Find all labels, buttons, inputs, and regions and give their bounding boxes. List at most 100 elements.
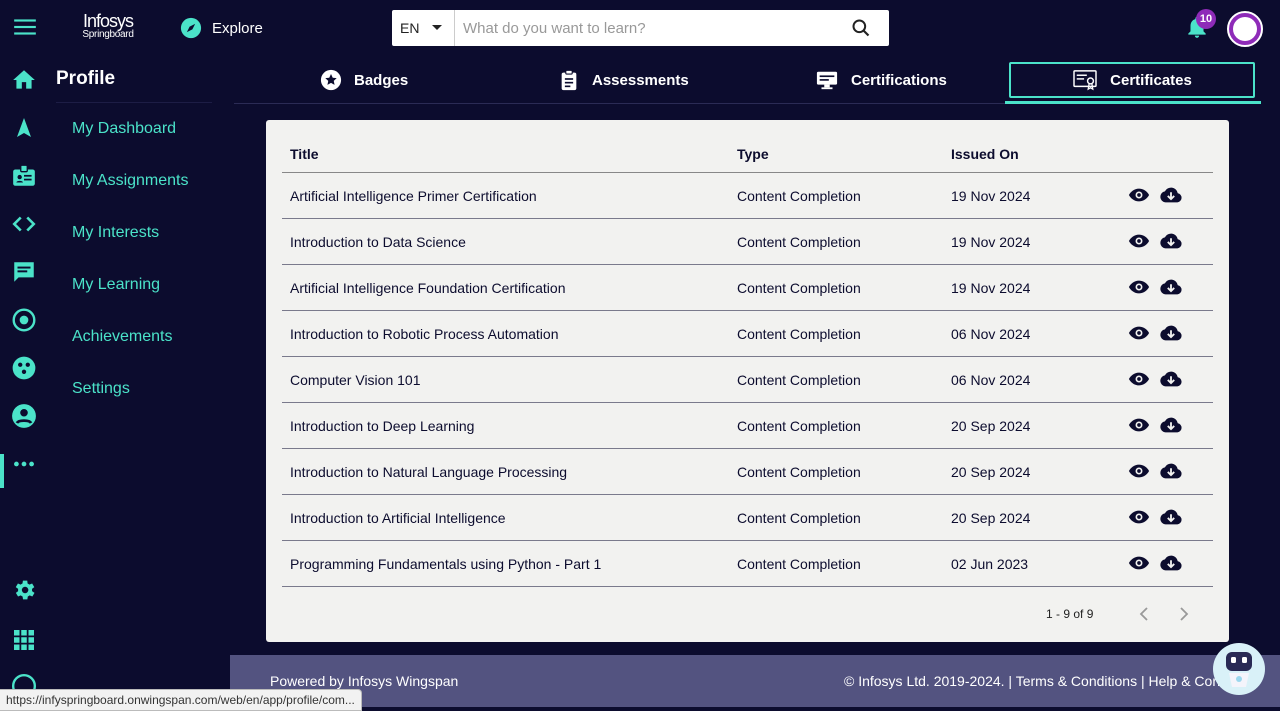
table-row: Introduction to Data Science Content Comp… xyxy=(282,219,1213,265)
download-certificate-icon[interactable] xyxy=(1159,414,1183,436)
chatbot-button[interactable] xyxy=(1213,643,1265,695)
search-bar: EN xyxy=(392,10,889,46)
certificates-table-card: Title Type Issued On Artificial Intellig… xyxy=(266,120,1229,642)
community-icon[interactable] xyxy=(10,354,38,382)
explore-button[interactable]: Explore xyxy=(180,16,263,40)
table-row: Introduction to Artificial Intelligence C… xyxy=(282,495,1213,541)
table-row: Introduction to Robotic Process Automati… xyxy=(282,311,1213,357)
search-button[interactable] xyxy=(833,10,889,46)
rail-active-indicator xyxy=(0,454,4,488)
certificate-title: Computer Vision 101 xyxy=(290,372,421,388)
page-footer: Powered by Infosys Wingspan © Infosys Lt… xyxy=(230,655,1280,707)
certificate-icon xyxy=(1073,70,1097,91)
table-row: Programming Fundamentals using Python - … xyxy=(282,541,1213,587)
tab-certifications[interactable]: Certifications xyxy=(815,62,947,98)
home-icon[interactable] xyxy=(10,66,38,94)
certificate-title: Introduction to Artificial Intelligence xyxy=(290,510,506,526)
view-certificate-eye-icon[interactable] xyxy=(1127,368,1151,390)
sidebar-item-my-assignments[interactable]: My Assignments xyxy=(72,172,188,190)
column-header-title: Title xyxy=(290,146,319,162)
chevron-right-icon xyxy=(1180,607,1189,621)
certificate-issued-on: 06 Nov 2024 xyxy=(951,326,1031,342)
certificate-issued-on: 06 Nov 2024 xyxy=(951,372,1031,388)
apps-grid-icon[interactable] xyxy=(10,626,38,654)
certificate-type: Content Completion xyxy=(737,372,861,388)
certificate-type: Content Completion xyxy=(737,418,861,434)
certificate-title: Artificial Intelligence Primer Certifica… xyxy=(290,188,537,204)
certificate-title: Introduction to Data Science xyxy=(290,234,466,250)
clipboard-icon xyxy=(561,69,577,91)
next-page-button[interactable] xyxy=(1174,604,1194,624)
download-certificate-icon[interactable] xyxy=(1159,460,1183,482)
tab-certifications-label: Certifications xyxy=(851,71,947,89)
view-certificate-eye-icon[interactable] xyxy=(1127,276,1151,298)
profile-icon[interactable] xyxy=(10,402,38,430)
table-row: Computer Vision 101 Content Completion 06 … xyxy=(282,357,1213,403)
view-certificate-eye-icon[interactable] xyxy=(1127,414,1151,436)
target-icon[interactable] xyxy=(10,306,38,334)
chevron-left-icon xyxy=(1139,607,1148,621)
settings-icon[interactable] xyxy=(10,576,38,604)
infosys-springboard-logo[interactable]: Infosys Springboard xyxy=(80,12,136,40)
download-certificate-icon[interactable] xyxy=(1159,276,1183,298)
download-certificate-icon[interactable] xyxy=(1159,506,1183,528)
download-certificate-icon[interactable] xyxy=(1159,368,1183,390)
certificate-title: Introduction to Deep Learning xyxy=(290,418,475,434)
tab-assessments-label: Assessments xyxy=(592,71,689,89)
download-certificate-icon[interactable] xyxy=(1159,184,1183,206)
footer-links: © Infosys Ltd. 2019-2024. | Terms & Cond… xyxy=(844,673,1220,689)
code-icon[interactable] xyxy=(10,210,38,238)
badge-id-icon[interactable] xyxy=(10,162,38,190)
download-certificate-icon[interactable] xyxy=(1159,552,1183,574)
certificate-issued-on: 20 Sep 2024 xyxy=(951,510,1031,526)
more-icon[interactable] xyxy=(10,450,38,478)
tab-badges[interactable]: Badges xyxy=(320,62,408,98)
view-certificate-eye-icon[interactable] xyxy=(1127,506,1151,528)
tab-badges-label: Badges xyxy=(354,71,409,89)
user-avatar[interactable] xyxy=(1227,11,1263,47)
sidebar-item-achievements[interactable]: Achievements xyxy=(72,328,173,346)
certificate-title: Programming Fundamentals using Python - … xyxy=(290,556,602,572)
view-certificate-eye-icon[interactable] xyxy=(1127,184,1151,206)
monitor-icon xyxy=(816,71,838,90)
logo-line1: Infosys xyxy=(82,11,134,31)
language-select[interactable]: EN xyxy=(392,10,455,46)
hamburger-menu-icon[interactable] xyxy=(12,14,38,40)
certificate-title: Artificial Intelligence Foundation Certi… xyxy=(290,280,566,296)
search-input[interactable] xyxy=(455,11,833,45)
table-row: Introduction to Deep Learning Content Com… xyxy=(282,403,1213,449)
footer-copyright: © Infosys Ltd. 2019-2024. | xyxy=(844,673,1016,689)
tab-assessments[interactable]: Assessments xyxy=(558,62,689,98)
column-header-type: Type xyxy=(737,146,769,162)
active-tab-underline xyxy=(1005,101,1261,104)
certificate-type: Content Completion xyxy=(737,464,861,480)
navigation-icon[interactable] xyxy=(10,114,38,142)
view-certificate-eye-icon[interactable] xyxy=(1127,460,1151,482)
sidebar-item-my-interests[interactable]: My Interests xyxy=(72,224,159,242)
view-certificate-eye-icon[interactable] xyxy=(1127,322,1151,344)
profile-divider xyxy=(56,102,212,103)
chevron-down-icon xyxy=(432,25,443,30)
certificate-issued-on: 19 Nov 2024 xyxy=(951,280,1031,296)
tab-certificates[interactable]: Certificates xyxy=(1009,62,1255,98)
certificate-type: Content Completion xyxy=(737,510,861,526)
sidebar-item-settings[interactable]: Settings xyxy=(72,380,130,398)
language-value: EN xyxy=(400,20,420,36)
certificate-type: Content Completion xyxy=(737,326,861,342)
table-row: Artificial Intelligence Primer Certifica… xyxy=(282,173,1213,219)
previous-page-button[interactable] xyxy=(1134,604,1154,624)
avatar-image xyxy=(1233,17,1257,41)
view-certificate-eye-icon[interactable] xyxy=(1127,230,1151,252)
footer-separator: | xyxy=(1137,673,1149,689)
terms-link[interactable]: Terms & Conditions xyxy=(1016,673,1137,689)
download-certificate-icon[interactable] xyxy=(1159,230,1183,252)
view-certificate-eye-icon[interactable] xyxy=(1127,552,1151,574)
sidebar-item-my-learning[interactable]: My Learning xyxy=(72,276,160,294)
sidebar-item-my-dashboard[interactable]: My Dashboard xyxy=(72,120,176,138)
certificate-issued-on: 20 Sep 2024 xyxy=(951,464,1031,480)
download-certificate-icon[interactable] xyxy=(1159,322,1183,344)
help-link[interactable]: Help & Con xyxy=(1149,673,1221,689)
chat-icon[interactable] xyxy=(10,258,38,286)
certificate-issued-on: 19 Nov 2024 xyxy=(951,234,1031,250)
compass-icon xyxy=(180,17,202,39)
